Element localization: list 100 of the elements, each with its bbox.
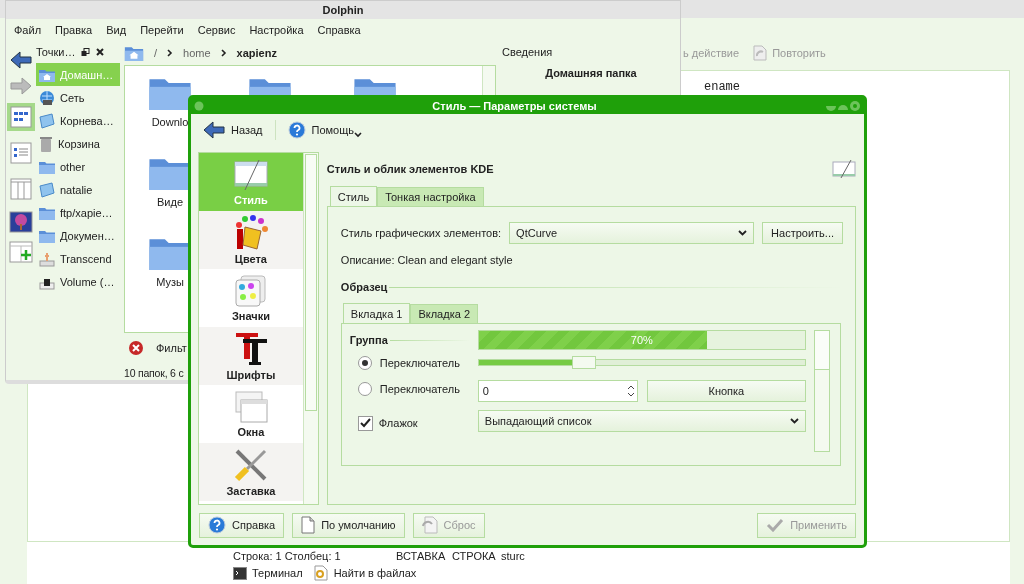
progress-text: 70% (630, 334, 653, 346)
group-title: Образец (340, 281, 388, 293)
menu-item[interactable]: Справка (317, 24, 361, 36)
panel-title: Точки… (36, 46, 76, 58)
window-icon (232, 158, 269, 192)
radio-label[interactable]: Переключатель (379, 357, 460, 369)
drive-icon (39, 181, 55, 198)
toolbar-button[interactable]: Назад (199, 121, 267, 139)
places-item[interactable]: Корзина (36, 132, 120, 155)
radio-button[interactable] (357, 382, 372, 396)
file-name[interactable]: Виде (157, 196, 183, 208)
caret-icon (789, 418, 799, 424)
view-mode-button[interactable] (7, 139, 35, 167)
radio-button[interactable] (357, 356, 372, 370)
info-heading: Домашняя папка (544, 66, 638, 79)
terminal-icon (233, 566, 247, 580)
panel-tab[interactable]: Найти в файлах (312, 565, 417, 581)
menu-item[interactable]: Вид (106, 24, 127, 36)
places-item[interactable]: other (36, 155, 120, 178)
category-item[interactable]: Цвета (199, 211, 303, 269)
style-dropdown[interactable]: QtCurve (509, 222, 755, 244)
window-title: Стиль — Параметры системы (431, 100, 598, 112)
places-item[interactable]: natalie (36, 178, 120, 201)
folder-icon (39, 228, 55, 243)
windows-icon (232, 390, 269, 424)
places-item[interactable]: Корнева… (36, 109, 120, 132)
panel-title: Сведения (502, 46, 554, 58)
checkbox[interactable] (357, 415, 373, 431)
places-item[interactable]: Volume (… (36, 270, 120, 293)
panel-tab[interactable]: Терминал (233, 566, 303, 580)
menu-item[interactable]: Правка (55, 24, 93, 36)
sample-dropdown[interactable]: Выпадающий список (477, 410, 806, 432)
menu-item[interactable]: Перейти (140, 24, 184, 36)
sample-button[interactable]: Кнопка (646, 380, 806, 402)
clear-icon[interactable] (128, 340, 144, 356)
help-icon (208, 516, 226, 534)
scrollbar[interactable] (813, 330, 830, 452)
add-panel-icon (9, 241, 33, 263)
breadcrumb-item[interactable]: / (154, 47, 158, 59)
places-item[interactable]: Transcend (36, 247, 120, 270)
tab[interactable]: Вкладка 1 (342, 303, 411, 323)
filter-label: Фильт (156, 342, 187, 354)
file-name[interactable]: Downlo (151, 116, 189, 128)
spin-box[interactable]: 0 (477, 380, 638, 402)
breadcrumb-item[interactable]: xapienz (236, 47, 277, 59)
icon-view-icon (10, 106, 32, 128)
window-icon (832, 159, 856, 179)
menu-item[interactable]: Настройка (249, 24, 304, 36)
radio-label[interactable]: Переключатель (379, 383, 460, 395)
places-item[interactable]: ftp/xapie… (36, 201, 120, 224)
toolbar-button[interactable]: Помощь (283, 121, 367, 139)
float-icon[interactable] (81, 47, 91, 57)
tab[interactable]: Тонкая настройка (377, 187, 484, 206)
forward-arrow-icon (10, 77, 32, 95)
home-folder-icon (39, 67, 55, 82)
category-item[interactable]: Заставка (199, 443, 303, 501)
close-icon[interactable] (96, 48, 105, 56)
trash-icon (39, 135, 53, 152)
places-item[interactable]: Докумен… (36, 224, 120, 247)
redo-icon (753, 45, 768, 61)
help-icon (287, 121, 306, 139)
status-text: ВСТАВКА (396, 550, 447, 562)
group-title: Группа (349, 334, 388, 346)
caret-icon (354, 132, 363, 138)
view-mode-button[interactable] (7, 103, 35, 131)
field-label: Стиль графических элементов: (340, 227, 502, 239)
dialog-button[interactable]: Справка (199, 512, 285, 538)
breadcrumb-item[interactable]: home (183, 47, 211, 59)
dialog-button[interactable]: По умолчанию (292, 512, 405, 538)
image-icon (9, 211, 33, 233)
tab[interactable]: Вкладка 2 (410, 304, 478, 323)
tab[interactable]: Стиль (329, 186, 378, 206)
status-text: Строка: 1 Столбец: 1 (233, 550, 342, 562)
drive-icon (39, 112, 55, 129)
page-heading: Стиль и облик элементов KDE (326, 163, 494, 175)
window-title: Dolphin (6, 1, 680, 19)
folder-icon (39, 205, 55, 220)
file-name[interactable]: Музы (156, 276, 184, 288)
usb-drive-icon (39, 250, 55, 267)
dots-card-icon (232, 274, 269, 308)
chevron-icon (220, 49, 227, 57)
back-arrow-icon (10, 51, 32, 69)
home-folder-icon[interactable] (124, 45, 144, 61)
tools-icon (232, 447, 269, 483)
reset-icon (421, 516, 438, 534)
places-item[interactable]: Сеть (36, 86, 120, 109)
status-text: 10 папок, 6 с (124, 367, 184, 379)
category-item[interactable]: Шрифты (199, 327, 303, 385)
caret-icon (738, 230, 748, 236)
description-text: Описание: Clean and elegant style (340, 253, 514, 268)
document-icon (301, 516, 316, 534)
columns-view-icon (10, 178, 32, 200)
chevron-icon (167, 49, 174, 57)
checkmark-icon (766, 518, 785, 532)
code-text: ename (704, 80, 740, 94)
configure-button[interactable]: Настроить... (762, 222, 843, 244)
menu-item[interactable]: Сервис (197, 24, 236, 36)
checkbox-label[interactable]: Флажок (378, 417, 418, 429)
status-text: sturc (501, 550, 525, 562)
menu-item[interactable]: Файл (14, 24, 42, 36)
